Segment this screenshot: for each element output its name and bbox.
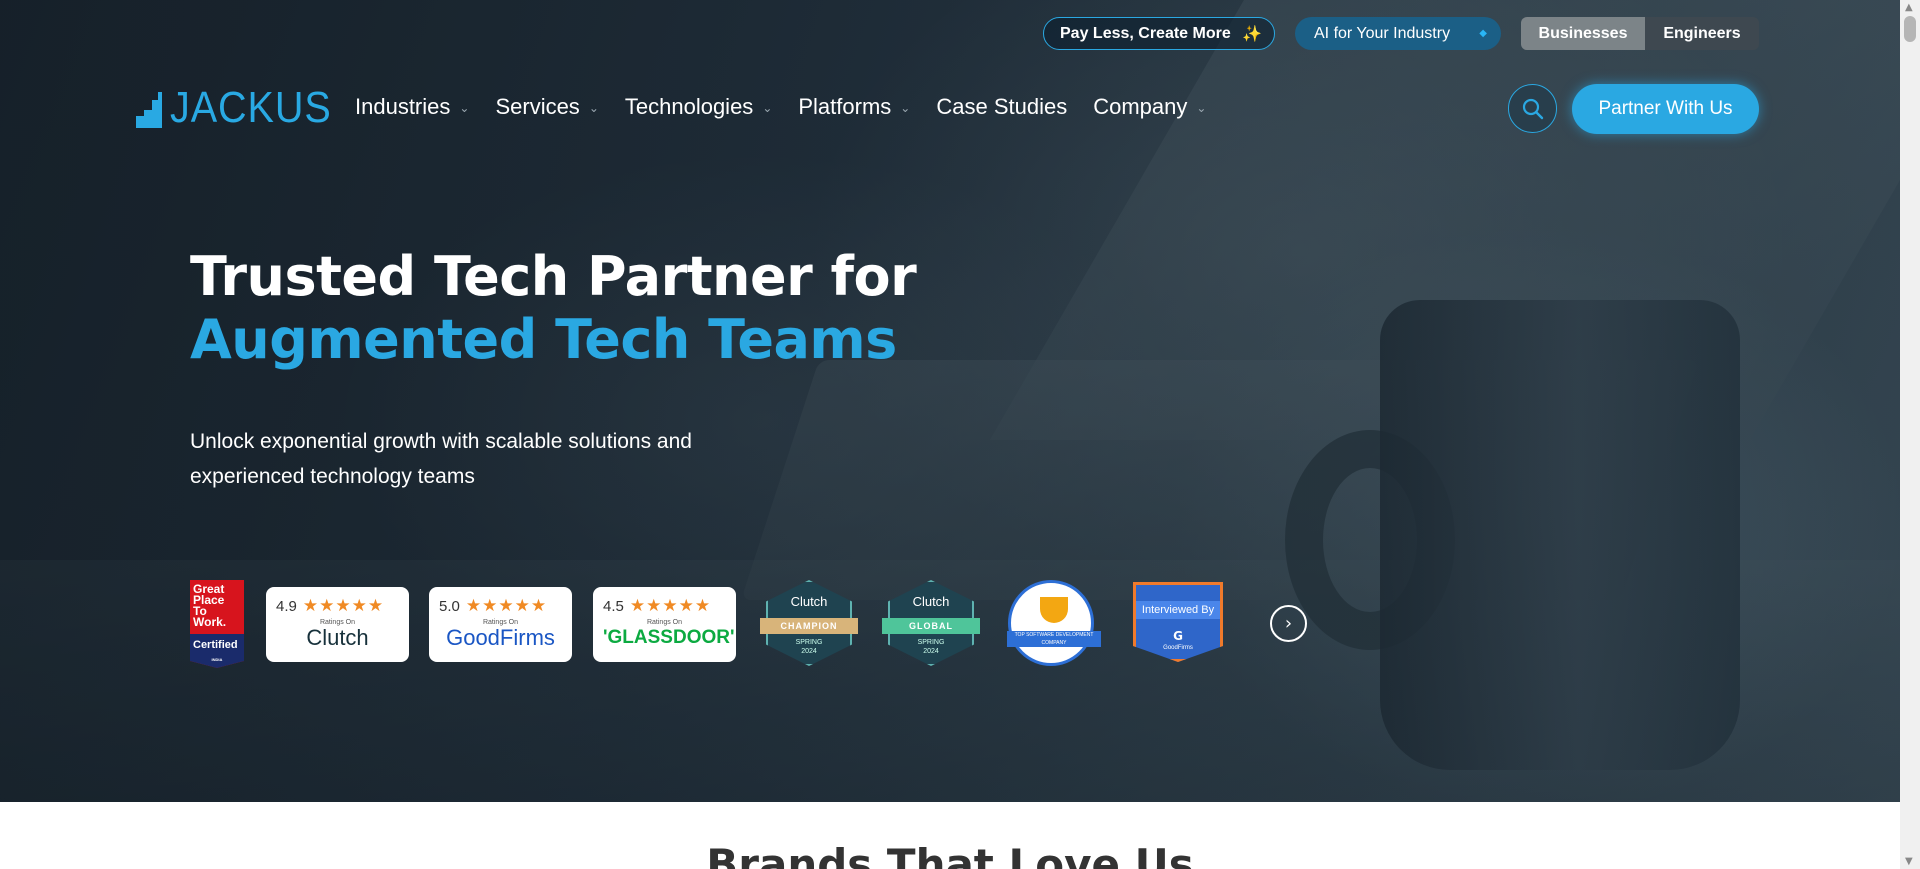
- hex-season: SPRING 2024: [766, 638, 852, 656]
- nav-technologies[interactable]: Technologies ⌄: [625, 94, 773, 120]
- hero-subtitle-line1: Unlock exponential growth with scalable …: [190, 430, 692, 453]
- hero-title-accent: Augmented Tech Teams: [190, 308, 897, 371]
- scroll-up-icon[interactable]: ▲: [1905, 2, 1913, 13]
- hex-year-label: 2024: [801, 648, 817, 655]
- glassdoor-logo-text: 'GLASSDOOR': [603, 627, 735, 648]
- star-icons: ★★★★★: [465, 596, 548, 616]
- hex-season: SPRING 2024: [888, 638, 974, 656]
- nav-label: Services: [495, 94, 580, 119]
- nav-platforms[interactable]: Platforms ⌄: [798, 94, 910, 120]
- goodfirms-logo-text: GoodFirms: [446, 625, 555, 650]
- pay-less-button[interactable]: Pay Less, Create More ✨: [1043, 17, 1275, 50]
- nav-industries[interactable]: Industries ⌄: [355, 94, 469, 120]
- top-software-ribbon: TOP SOFTWARE DEVELOPMENT COMPANY: [1007, 631, 1101, 647]
- carousel-next-button[interactable]: ›: [1270, 605, 1307, 642]
- brands-title: Brands That Love Us: [706, 840, 1194, 869]
- gptw-cert-label: Certified: [193, 639, 238, 651]
- hex-season-label: SPRING: [795, 639, 823, 646]
- hero-subtitle-line2: experienced technology teams: [190, 465, 475, 488]
- hero-subtitle: Unlock exponential growth with scalable …: [190, 424, 790, 494]
- gptw-line: Work.: [193, 615, 227, 629]
- nav-company[interactable]: Company ⌄: [1093, 94, 1206, 120]
- gptw-region: INDIA: [211, 657, 223, 662]
- nav-label: Industries: [355, 94, 451, 119]
- sparkle-icon: ✨: [1242, 25, 1262, 43]
- chevron-down-icon: ⌄: [459, 101, 470, 115]
- clutch-logo-text: Clutch: [306, 625, 369, 650]
- gptw-certified: Certified INDIA: [190, 634, 244, 668]
- trophy-icon: [1040, 597, 1068, 623]
- scroll-down-icon[interactable]: ▼: [1905, 856, 1913, 867]
- ai-industry-label: AI for Your Industry: [1314, 24, 1451, 42]
- clutch-champion-badge: Clutch CHAMPION SPRING 2024: [760, 580, 858, 666]
- rating-score: 4.9: [276, 597, 297, 615]
- nav-case-studies[interactable]: Case Studies: [936, 94, 1067, 120]
- ratings-on-label: Ratings On: [646, 619, 683, 626]
- chevron-down-icon: ⌄: [1196, 101, 1207, 115]
- logo-text: JACKUS: [170, 83, 332, 132]
- nav-services[interactable]: Services ⌄: [495, 94, 598, 120]
- hero-title: Trusted Tech Partner for: [190, 245, 917, 308]
- top-software-badge: TOP SOFTWARE DEVELOPMENT COMPANY: [1007, 580, 1101, 666]
- chevron-down-icon: ⌄: [900, 101, 911, 115]
- diamond-icon: ◆: [1479, 28, 1487, 39]
- rating-score: 5.0: [439, 597, 460, 615]
- hex-season-label: SPRING: [917, 639, 945, 646]
- hex-ribbon: CHAMPION: [760, 618, 858, 634]
- hex-ribbon: GLOBAL: [882, 618, 980, 634]
- scroll-thumb[interactable]: [1904, 16, 1916, 42]
- hero-section: Pay Less, Create More ✨ AI for Your Indu…: [0, 0, 1900, 802]
- rating-score: 4.5: [603, 597, 624, 615]
- nav-label: Company: [1093, 94, 1188, 119]
- goodfirms-icon: G: [1173, 629, 1183, 643]
- logo[interactable]: JACKUS: [136, 83, 350, 132]
- clutch-global-badge: Clutch GLOBAL SPRING 2024: [882, 580, 980, 666]
- hex-brand: Clutch: [912, 594, 950, 609]
- main-nav: Industries ⌄ Services ⌄ Technologies ⌄ P…: [355, 94, 1232, 120]
- chevron-down-icon: ⌄: [588, 101, 599, 115]
- nav-label: Platforms: [798, 94, 892, 119]
- nav-label: Case Studies: [936, 94, 1068, 119]
- hex-brand: Clutch: [790, 594, 828, 609]
- logo-mark-icon: [136, 92, 166, 128]
- chevron-right-icon: ›: [1284, 613, 1293, 634]
- star-icons: ★★★★★: [629, 596, 712, 616]
- clutch-rating-card[interactable]: 4.9 ★★★★★ Ratings On Clutch: [266, 587, 409, 662]
- glassdoor-rating-card[interactable]: 4.5 ★★★★★ Ratings On 'GLASSDOOR': [593, 587, 736, 662]
- interviewed-label: Interviewed By: [1136, 601, 1220, 619]
- toggle-engineers[interactable]: Engineers: [1645, 17, 1759, 50]
- partner-with-us-button[interactable]: Partner With Us: [1572, 84, 1759, 134]
- search-icon: [1522, 98, 1543, 119]
- search-button[interactable]: [1508, 84, 1557, 133]
- great-place-to-work-badge: Great Place To Work. Certified INDIA: [190, 580, 244, 668]
- hex-year-label: 2024: [923, 648, 939, 655]
- goodfirms-rating-card[interactable]: 5.0 ★★★★★ Ratings On GoodFirms: [429, 587, 572, 662]
- pay-less-label: Pay Less, Create More: [1060, 24, 1231, 42]
- star-icons: ★★★★★: [302, 596, 385, 616]
- interviewed-brand: GoodFirms: [1163, 645, 1193, 651]
- toggle-businesses[interactable]: Businesses: [1521, 17, 1645, 50]
- nav-label: Technologies: [624, 94, 754, 119]
- audience-toggle: Businesses Engineers: [1521, 17, 1759, 50]
- interviewed-by-badge: Interviewed By G GoodFirms: [1133, 582, 1223, 662]
- ai-industry-button[interactable]: AI for Your Industry ◆: [1295, 17, 1501, 50]
- chevron-down-icon: ⌄: [762, 101, 773, 115]
- scrollbar[interactable]: ▲ ▼: [1900, 0, 1920, 869]
